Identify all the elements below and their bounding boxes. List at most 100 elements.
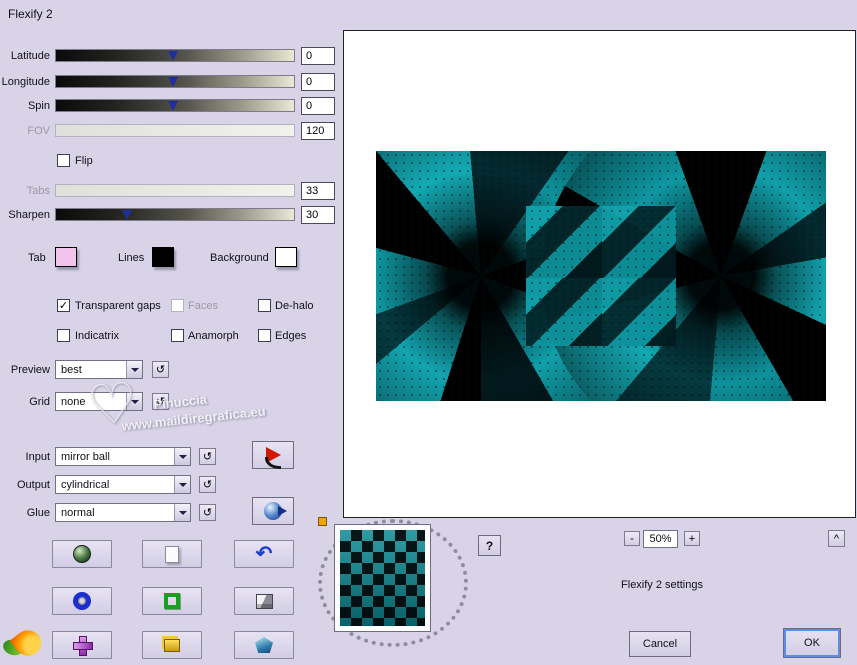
gem-button[interactable] <box>234 631 294 659</box>
preview-thumbnail[interactable] <box>334 524 431 632</box>
globe-button[interactable] <box>52 540 112 568</box>
glue-reset-button[interactable]: ↺ <box>199 504 216 521</box>
purple-cross-icon <box>73 636 93 656</box>
preview-label: Preview <box>10 364 50 376</box>
latitude-slider[interactable] <box>55 49 295 62</box>
transparent-gaps-label: Transparent gaps <box>75 300 161 312</box>
lines-color-label: Lines <box>118 252 145 264</box>
flame-logo <box>1 624 47 664</box>
fov-row: FOV <box>0 122 340 141</box>
sharpen-slider[interactable] <box>55 208 295 221</box>
input-select[interactable]: mirror ball <box>55 447 191 466</box>
preview-panel <box>343 30 856 518</box>
flip-checkbox[interactable] <box>57 154 70 167</box>
tab-color-label: Tab <box>28 252 46 264</box>
latitude-label: Latitude <box>10 50 50 62</box>
anamorph-checkbox[interactable] <box>171 329 184 342</box>
latitude-value-input[interactable] <box>301 47 335 65</box>
frame-button[interactable] <box>142 587 202 615</box>
preview-image <box>376 151 826 401</box>
input-preview-button[interactable] <box>252 441 294 469</box>
undo-button[interactable]: ↶ <box>234 540 294 568</box>
dehalo-checkbox[interactable] <box>258 299 271 312</box>
background-color-label: Background <box>210 252 269 264</box>
faces-checkbox <box>171 299 184 312</box>
fov-value-input[interactable] <box>301 122 335 140</box>
tabs-slider <box>55 184 295 197</box>
zoom-in-button[interactable]: + <box>684 531 700 546</box>
output-select-value: cylindrical <box>61 479 110 491</box>
input-label: Input <box>25 451 50 463</box>
latitude-row: Latitude <box>0 47 340 66</box>
tab-color-swatch[interactable] <box>55 247 77 267</box>
chevron-down-icon[interactable] <box>174 504 190 521</box>
sharpen-slider-thumb[interactable] <box>122 210 133 220</box>
latitude-slider-thumb[interactable] <box>167 51 178 61</box>
watermark: ♡ Pinuccia www.maildiregrafica.eu <box>84 358 321 454</box>
zoom-out-button[interactable]: - <box>624 531 640 546</box>
tabs-label: Tabs <box>26 185 50 197</box>
sharpen-label: Sharpen <box>8 209 50 221</box>
spin-label: Spin <box>27 100 50 112</box>
yellow-box-icon <box>164 638 180 652</box>
input-select-value: mirror ball <box>61 451 110 463</box>
lines-color-swatch[interactable] <box>152 247 174 267</box>
longitude-slider-thumb[interactable] <box>167 77 178 87</box>
new-image-button[interactable] <box>142 540 202 568</box>
sharpen-value-input[interactable] <box>301 206 335 224</box>
spin-row: Spin <box>0 97 340 116</box>
longitude-slider[interactable] <box>55 75 295 88</box>
help-button[interactable]: ? <box>478 535 501 556</box>
longitude-value-input[interactable] <box>301 73 335 91</box>
tabs-row: Tabs <box>0 182 340 201</box>
cube-button[interactable] <box>234 587 294 615</box>
ring-button[interactable] <box>52 587 112 615</box>
dial-marker[interactable] <box>318 517 327 526</box>
watermark-name: Pinuccia <box>152 391 208 413</box>
settings-name: Flexify 2 settings <box>621 579 703 591</box>
blue-ring-icon <box>73 592 91 610</box>
input-reset-button[interactable]: ↺ <box>199 448 216 465</box>
thumbnail-image <box>340 530 425 626</box>
output-reset-button[interactable]: ↺ <box>199 476 216 493</box>
blank-page-icon <box>165 545 179 563</box>
cancel-button[interactable]: Cancel <box>629 631 691 657</box>
zoom-level[interactable]: 50% <box>643 530 678 548</box>
spin-slider-thumb[interactable] <box>167 101 178 111</box>
longitude-label: Longitude <box>1 76 50 88</box>
tabs-value-input[interactable] <box>301 182 335 200</box>
spin-value-input[interactable] <box>301 97 335 115</box>
dehalo-label: De-halo <box>275 300 314 312</box>
window-title: Flexify 2 <box>8 7 53 21</box>
green-frame-icon <box>164 593 180 609</box>
collapse-button[interactable]: ^ <box>828 530 845 547</box>
dot-texture <box>376 151 826 401</box>
chevron-down-icon[interactable] <box>174 448 190 465</box>
box-button[interactable] <box>142 631 202 659</box>
background-color-swatch[interactable] <box>275 247 297 267</box>
spin-slider[interactable] <box>55 99 295 112</box>
sharpen-row: Sharpen <box>0 206 340 225</box>
glue-label: Glue <box>26 507 50 519</box>
output-select[interactable]: cylindrical <box>55 475 191 494</box>
flip-label: Flip <box>75 155 93 167</box>
cross-button[interactable] <box>52 631 112 659</box>
blue-sphere-arrow-icon <box>264 502 287 520</box>
preview-select-value: best <box>61 364 82 376</box>
red-arrow-icon <box>264 447 281 469</box>
cube-icon <box>255 593 273 609</box>
grid-select-value: none <box>61 396 86 408</box>
fov-label: FOV <box>27 125 50 137</box>
fov-slider <box>55 124 295 137</box>
glue-select-value: normal <box>61 507 95 519</box>
chevron-down-icon[interactable] <box>174 476 190 493</box>
glue-preview-button[interactable] <box>252 497 294 525</box>
glue-select[interactable]: normal <box>55 503 191 522</box>
transparent-gaps-checkbox[interactable]: ✓ <box>57 299 70 312</box>
ok-button[interactable]: OK <box>783 628 841 658</box>
indicatrix-checkbox[interactable] <box>57 329 70 342</box>
longitude-row: Longitude <box>0 73 340 92</box>
faces-label: Faces <box>188 300 218 312</box>
edges-checkbox[interactable] <box>258 329 271 342</box>
globe-icon <box>73 545 91 563</box>
